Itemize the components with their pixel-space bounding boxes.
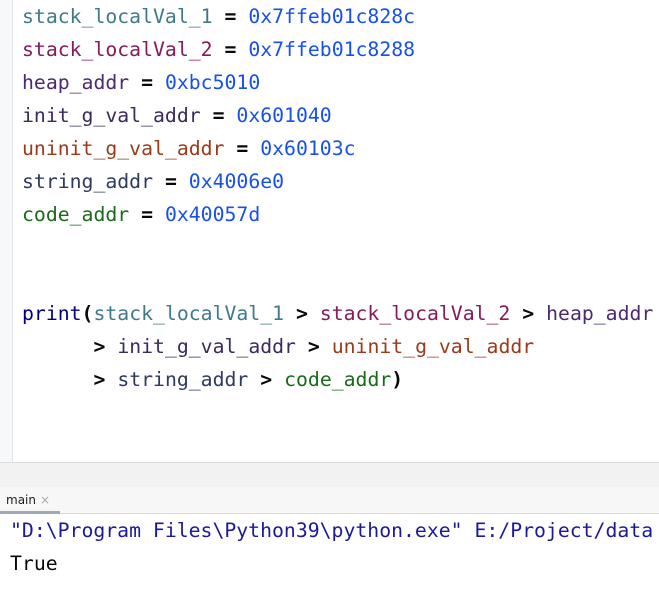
console-output: True [10, 552, 58, 575]
gt-op: > [307, 335, 320, 358]
gt-op: > [93, 368, 106, 391]
tab-main[interactable]: main × [0, 487, 60, 514]
close-icon[interactable]: × [40, 493, 50, 507]
assignment-line: stack_localVal_2 = 0x7ffeb01c8288 [22, 38, 415, 62]
assignment-line: init_g_val_addr = 0x601040 [22, 104, 332, 128]
print-line-1: print(stack_localVal_1 > stack_localVal_… [22, 302, 653, 326]
assignment-line: uninit_g_val_addr = 0x60103c [22, 137, 356, 161]
var-ref: code_addr [284, 368, 392, 391]
var-ref: stack_localVal_2 [319, 302, 511, 325]
panel-divider[interactable] [0, 462, 659, 488]
var-ref: stack_localVal_1 [93, 302, 285, 325]
assign-op: = [236, 137, 249, 160]
address-value: 0x601040 [236, 104, 332, 127]
var-name: init_g_val_addr [22, 104, 201, 127]
assign-op: = [224, 5, 237, 28]
run-console[interactable]: "D:\Program Files\Python39\python.exe" E… [0, 514, 659, 599]
var-name: stack_localVal_1 [22, 5, 213, 28]
var-name: stack_localVal_2 [22, 38, 213, 61]
address-value: 0xbc5010 [164, 71, 261, 94]
gt-op: > [260, 368, 273, 391]
address-value: 0x60103c [260, 137, 356, 160]
editor-gutter [0, 0, 13, 462]
assignment-line: heap_addr = 0xbc5010 [22, 71, 260, 95]
address-value: 0x7ffeb01c828c [248, 5, 416, 28]
var-name: string_addr [22, 170, 154, 193]
var-ref: heap_addr [546, 302, 654, 325]
address-value: 0x4006e0 [188, 170, 285, 193]
print-function: print [22, 302, 82, 325]
assignment-line: stack_localVal_1 = 0x7ffeb01c828c [22, 5, 415, 29]
var-ref: uninit_g_val_addr [331, 335, 535, 358]
assign-op: = [212, 104, 225, 127]
assign-op: = [141, 71, 154, 94]
print-line-2: > init_g_val_addr > uninit_g_val_addr [22, 335, 534, 359]
console-command: "D:\Program Files\Python39\python.exe" E… [10, 519, 654, 542]
var-name: code_addr [22, 203, 130, 226]
print-line-3: > string_addr > code_addr) [22, 368, 403, 392]
gt-op: > [295, 302, 308, 325]
address-value: 0x40057d [164, 203, 261, 226]
var-name: heap_addr [22, 71, 130, 94]
gt-op: > [93, 335, 106, 358]
code-editor[interactable]: stack_localVal_1 = 0x7ffeb01c828c stack_l… [0, 0, 659, 462]
assign-op: = [224, 38, 237, 61]
var-ref: init_g_val_addr [117, 335, 296, 358]
tab-label: main [6, 493, 36, 507]
gt-op: > [522, 302, 535, 325]
assignment-line: string_addr = 0x4006e0 [22, 170, 284, 194]
paren-open: ( [81, 302, 94, 325]
assignment-line: code_addr = 0x40057d [22, 203, 260, 227]
assign-op: = [141, 203, 154, 226]
assign-op: = [164, 170, 177, 193]
var-ref: string_addr [117, 368, 249, 391]
run-tab-strip: main × [0, 487, 659, 514]
var-name: uninit_g_val_addr [22, 137, 225, 160]
paren-close: ) [391, 368, 404, 391]
address-value: 0x7ffeb01c8288 [248, 38, 416, 61]
